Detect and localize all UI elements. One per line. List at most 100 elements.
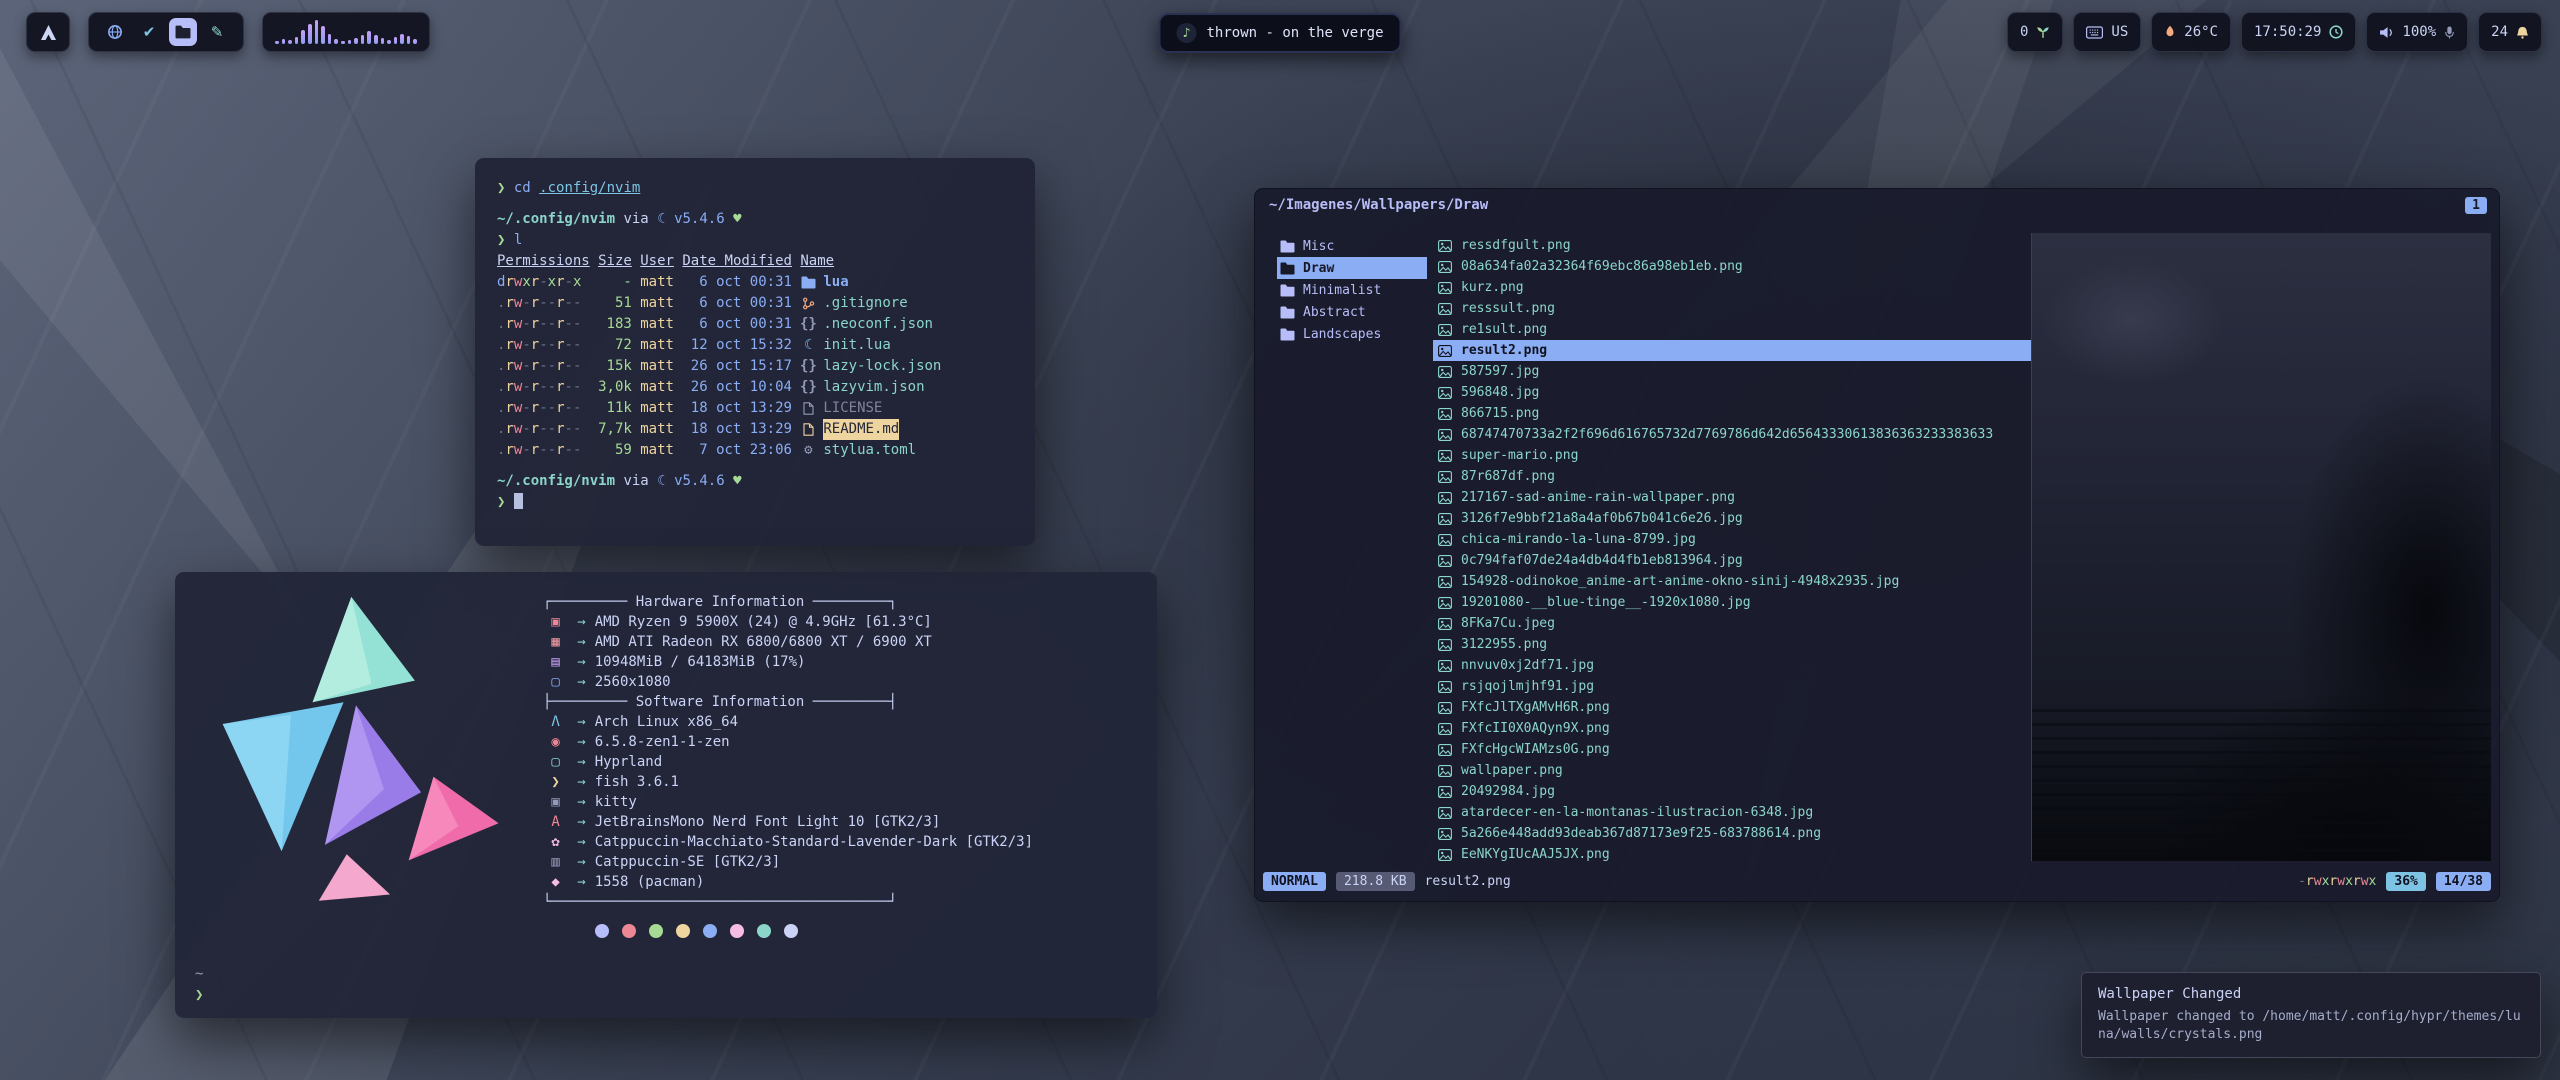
command-line: ❯ cd .config/nvim — [497, 178, 1013, 199]
file-row[interactable]: super-mario.png — [1433, 445, 2031, 466]
visualizer-bar — [321, 26, 325, 44]
color-dot — [649, 924, 663, 938]
arrow-icon: → — [577, 672, 585, 692]
clock-widget[interactable]: 17:50:29 — [2241, 12, 2356, 52]
prompt-line[interactable]: ❯ — [497, 492, 1013, 513]
file-row[interactable]: 87r687df.png — [1433, 466, 2031, 487]
visualizer-bar — [334, 39, 338, 44]
temperature-label: 26°C — [2184, 24, 2218, 40]
image-icon — [1437, 744, 1453, 756]
display-icon: ▢ — [551, 672, 568, 692]
file-row[interactable]: FXfcHgcWIAMzs0G.png — [1433, 739, 2031, 760]
file-row[interactable]: rsjqojlmjhf91.jpg — [1433, 676, 2031, 697]
permissions-label: -rwxrwxrwx — [2298, 874, 2376, 889]
image-icon — [1437, 345, 1453, 357]
file-row[interactable]: chica-mirando-la-luna-8799.jpg — [1433, 529, 2031, 550]
file-row[interactable]: 20492984.jpg — [1433, 781, 2031, 802]
file-row[interactable]: 3126f7e9bbf21a8a4af0b67b041c6e26.jpg — [1433, 508, 2031, 529]
arrow-icon: → — [577, 612, 585, 632]
sidebar-folder-landscapes[interactable]: Landscapes — [1277, 323, 1427, 345]
sidebar-folder-draw[interactable]: Draw — [1277, 257, 1427, 279]
section-rule: ├───────── Software Information ────────… — [543, 692, 1033, 712]
color-dot — [676, 924, 690, 938]
visualizer-bar — [381, 38, 385, 44]
file-row[interactable]: ressdfgult.png — [1433, 235, 2031, 256]
now-playing-label: thrown - on the verge — [1206, 25, 1383, 41]
visualizer-bar — [407, 36, 411, 44]
color-dot — [622, 924, 636, 938]
info-row: ❯→fish 3.6.1 — [543, 772, 1033, 792]
sidebar-folder-minimalist[interactable]: Minimalist — [1277, 279, 1427, 301]
crystal-logo — [201, 590, 511, 920]
theme-icon: ✿ — [551, 832, 568, 852]
terminal-window-nvim[interactable]: ❯ cd .config/nvim ~/.config/nvim via ☾ v… — [475, 158, 1035, 546]
temperature-widget[interactable]: 26°C — [2151, 12, 2231, 52]
flame-icon — [2164, 25, 2176, 39]
file-row[interactable]: EeNKYgIUcAAJ5JX.png — [1433, 844, 2031, 861]
updates-count: 0 — [2020, 24, 2028, 40]
file-row[interactable]: 596848.jpg — [1433, 382, 2031, 403]
file-row[interactable]: 154928-odinokoe_anime-art-anime-okno-sin… — [1433, 571, 2031, 592]
file-row[interactable]: atardecer-en-la-montanas-ilustracion-634… — [1433, 802, 2031, 823]
image-icon — [1437, 429, 1453, 441]
file-row[interactable]: kurz.png — [1433, 277, 2031, 298]
cpu-icon: ▣ — [551, 612, 568, 632]
notifications-widget[interactable]: 24 — [2478, 12, 2542, 52]
workspace-web-button[interactable] — [101, 18, 129, 46]
image-icon — [1437, 471, 1453, 483]
file-row[interactable]: 3122955.png — [1433, 634, 2031, 655]
file-row[interactable]: 866715.png — [1433, 403, 2031, 424]
shell-prompt[interactable]: ~ ❯ — [195, 964, 203, 1006]
workspace-check-button[interactable]: ✔ — [135, 18, 163, 46]
visualizer-bar — [387, 40, 391, 44]
volume-widget[interactable]: 100% — [2366, 12, 2468, 52]
file-manager-window[interactable]: ~/Imagenes/Wallpapers/Draw 1 MiscDrawMin… — [1254, 188, 2500, 902]
system-info: ┌───────── Hardware Information ────────… — [543, 592, 1033, 938]
file-row[interactable]: 0c794faf07de24a4db4d4fb1eb813964.jpg — [1433, 550, 2031, 571]
arrow-icon: → — [577, 652, 585, 672]
file-row[interactable]: 587597.jpg — [1433, 361, 2031, 382]
file-row[interactable]: 5a266e448add93deab367d87173e9f25-6837886… — [1433, 823, 2031, 844]
file-row[interactable]: 8FKa7Cu.jpeg — [1433, 613, 2031, 634]
file-row[interactable]: wallpaper.png — [1433, 760, 2031, 781]
notification-toast[interactable]: Wallpaper Changed Wallpaper changed to /… — [2081, 972, 2541, 1058]
color-dot — [757, 924, 771, 938]
file-row[interactable]: 68747470733a2f2f696d616765732d7769786d64… — [1433, 424, 2031, 445]
image-icon — [1437, 597, 1453, 609]
image-preview-pane — [2031, 233, 2491, 861]
folder-icon — [1279, 306, 1295, 319]
file-row[interactable]: FXfcJlTXgAMvH6R.png — [1433, 697, 2031, 718]
file-row[interactable]: nnvuv0xj2df71.jpg — [1433, 655, 2031, 676]
file-row[interactable]: re1sult.png — [1433, 319, 2031, 340]
directory-listing: PermissionsSizeUserDate ModifiedNamedrwx… — [497, 251, 1013, 461]
updates-widget[interactable]: 0 — [2007, 12, 2063, 52]
terminal-window-fetch[interactable]: ┌───────── Hardware Information ────────… — [175, 572, 1157, 1018]
visualizer-bar — [348, 40, 352, 44]
section-rule: └───────────────────────────────────────… — [543, 892, 1033, 912]
file-row[interactable]: 08a634fa02a32364f69ebc86a98eb1eb.png — [1433, 256, 2031, 277]
arrow-icon: → — [577, 852, 585, 872]
speaker-icon — [2379, 26, 2394, 39]
keyboard-layout-widget[interactable]: US — [2073, 12, 2141, 52]
sidebar-folder-abstract[interactable]: Abstract — [1277, 301, 1427, 323]
prompt-status-line: ~/.config/nvim via ☾ v5.4.6 ♥ — [497, 471, 1013, 492]
keyboard-layout-label: US — [2111, 24, 2128, 40]
sidebar-folder-misc[interactable]: Misc — [1277, 235, 1427, 257]
image-icon — [1437, 807, 1453, 819]
workspace-switcher: ✔ ✎ — [88, 12, 244, 52]
file-row[interactable]: FXfcII0X0AQyn9X.png — [1433, 718, 2031, 739]
visualizer-bar — [374, 35, 378, 44]
file-entry: .rw-r--r--15kmatt26 oct 15:17{}lazy-lock… — [497, 356, 1013, 377]
file-row[interactable]: 19201080-__blue-tinge__-1920x1080.jpg — [1433, 592, 2031, 613]
media-widget[interactable]: ♪ thrown - on the verge — [1158, 13, 1401, 53]
launcher-button[interactable] — [26, 12, 70, 52]
visualizer-bar — [288, 40, 292, 44]
info-row: ▢→2560x1080 — [543, 672, 1033, 692]
arrow-icon: → — [577, 732, 585, 752]
workspace-files-button[interactable] — [169, 18, 197, 46]
workspace-draw-button[interactable]: ✎ — [203, 18, 231, 46]
info-row: ◆→1558 (pacman) — [543, 872, 1033, 892]
file-row[interactable]: resssult.png — [1433, 298, 2031, 319]
file-row[interactable]: result2.png — [1433, 340, 2031, 361]
file-row[interactable]: 217167-sad-anime-rain-wallpaper.png — [1433, 487, 2031, 508]
